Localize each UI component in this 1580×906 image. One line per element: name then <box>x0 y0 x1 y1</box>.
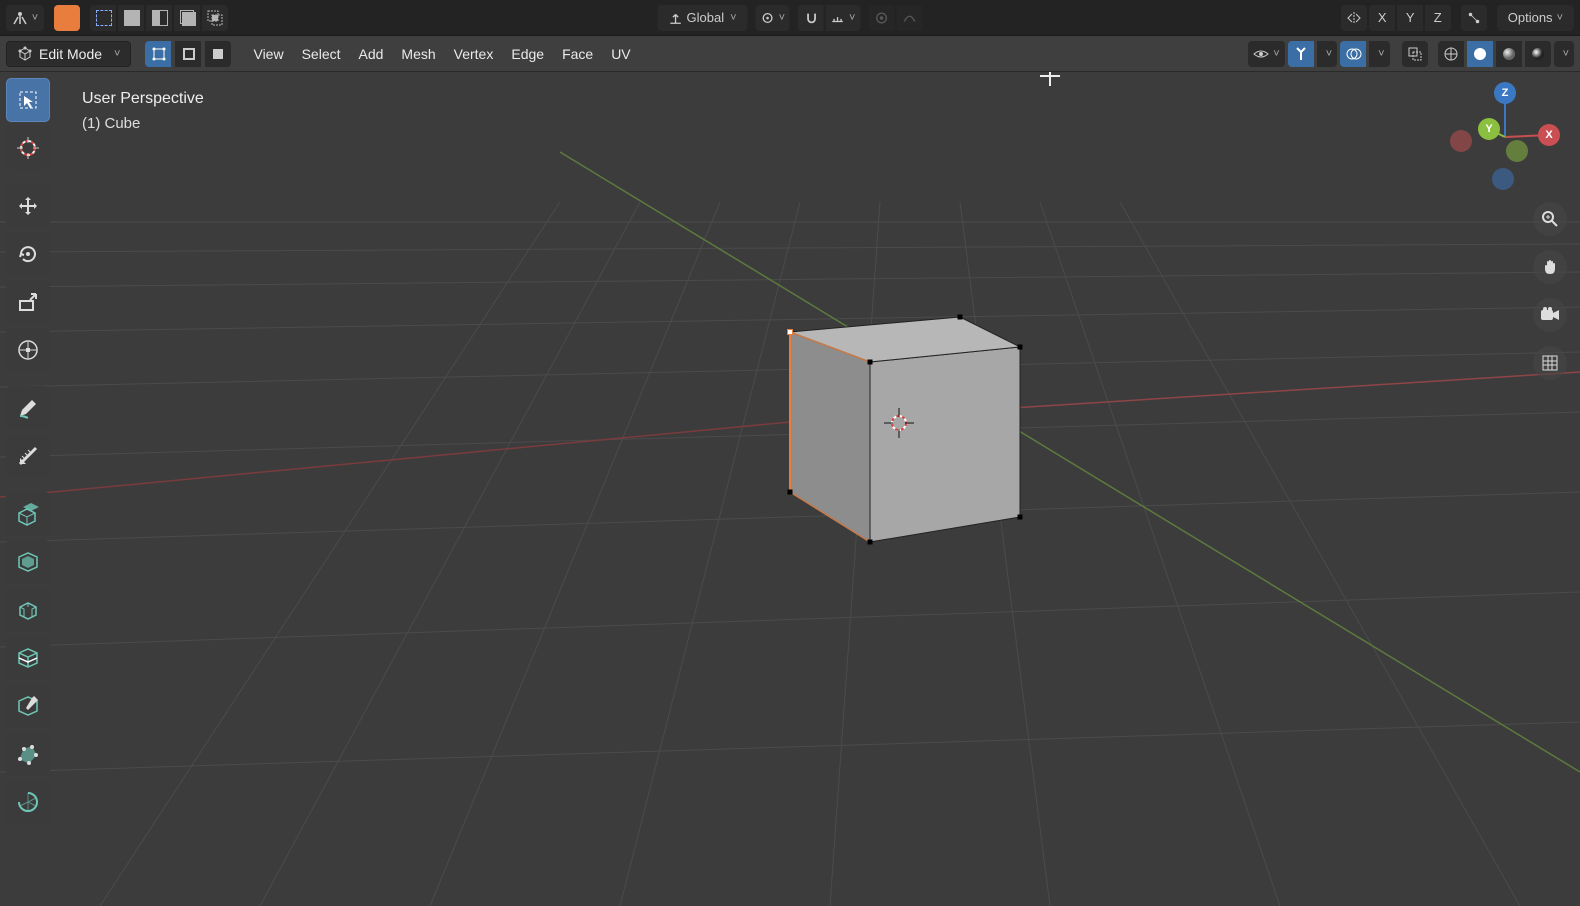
gizmo-axis-z[interactable]: Z <box>1494 82 1516 104</box>
vertex[interactable] <box>868 540 873 545</box>
menu-add[interactable]: Add <box>359 46 384 62</box>
viewport-overlay-text: User Perspective (1) Cube <box>82 86 204 136</box>
header-row-2: Edit Mode ˅ View Select Add Mesh Vertex … <box>0 36 1580 72</box>
shading-dropdown[interactable] <box>1554 41 1574 67</box>
mouse-crosshair-icon <box>1038 72 1062 91</box>
vertex[interactable] <box>1018 345 1023 350</box>
shading-rendered[interactable] <box>1525 41 1551 67</box>
menu-uv[interactable]: UV <box>611 46 630 62</box>
mode-dropdown[interactable]: Edit Mode ˅ <box>6 41 131 67</box>
tool-inset-faces[interactable] <box>6 540 50 584</box>
viewport-controls-right <box>1530 202 1570 380</box>
visibility-dropdown[interactable] <box>1248 41 1284 67</box>
menu-face[interactable]: Face <box>562 46 593 62</box>
pan-button[interactable] <box>1533 250 1567 284</box>
shading-material[interactable] <box>1496 41 1522 67</box>
gizmo-axis-neg-y[interactable] <box>1506 140 1528 162</box>
select-mode-new[interactable] <box>54 5 80 31</box>
camera-button[interactable] <box>1533 298 1567 332</box>
header-row-1: Global ˅ <box>0 0 1580 36</box>
menu-edge[interactable]: Edge <box>511 46 544 62</box>
snap-dropdown[interactable] <box>826 5 860 31</box>
shading-wireframe[interactable] <box>1438 41 1464 67</box>
select-mode-invert[interactable] <box>146 5 172 31</box>
tool-measure[interactable] <box>6 434 50 478</box>
toolbar-left <box>6 78 50 824</box>
edge-select-mode[interactable] <box>175 41 201 67</box>
gizmo-axis-neg-z[interactable] <box>1492 168 1514 190</box>
shading-solid[interactable] <box>1467 41 1493 67</box>
vertex-selected[interactable] <box>787 329 793 335</box>
tool-rotate[interactable] <box>6 232 50 276</box>
gizmo-axis-x[interactable]: X <box>1538 124 1560 146</box>
toggle-grid-button[interactable] <box>1533 346 1567 380</box>
xray-toggle[interactable] <box>1402 41 1428 67</box>
viewport-3d[interactable]: User Perspective (1) Cube <box>0 72 1580 906</box>
cursor-3d-icon <box>884 408 914 438</box>
tool-spin[interactable] <box>6 780 50 824</box>
menu-select[interactable]: Select <box>302 46 341 62</box>
select-mode-subtract[interactable] <box>118 5 144 31</box>
overlay-object: (1) Cube <box>82 112 204 136</box>
gizmo-dropdown[interactable] <box>1317 41 1337 67</box>
zoom-button[interactable] <box>1533 202 1567 236</box>
options-dropdown[interactable]: Options ˅ <box>1497 5 1574 31</box>
cube-mesh <box>790 317 1020 542</box>
transform-orientation-label: Global <box>687 10 725 25</box>
proportional-falloff-dropdown[interactable] <box>896 5 922 31</box>
select-mode-and[interactable] <box>202 5 228 31</box>
tool-bevel[interactable] <box>6 588 50 632</box>
transform-orientation-dropdown[interactable]: Global ˅ <box>658 5 748 31</box>
vertex[interactable] <box>868 360 873 365</box>
tool-annotate[interactable] <box>6 386 50 430</box>
mirror-x[interactable]: X <box>1369 5 1395 31</box>
show-gizmo-toggle[interactable] <box>1288 41 1314 67</box>
mesh-symmetry-icon[interactable] <box>1341 5 1367 31</box>
menu-vertex[interactable]: Vertex <box>454 46 494 62</box>
tool-loop-cut[interactable] <box>6 636 50 680</box>
tool-move[interactable] <box>6 184 50 228</box>
editor-menus: View Select Add Mesh Vertex Edge Face UV <box>253 46 630 62</box>
vertex[interactable] <box>1018 515 1023 520</box>
overlay-perspective: User Perspective <box>82 86 204 112</box>
mirror-y[interactable]: Y <box>1397 5 1423 31</box>
select-mode-intersect[interactable] <box>174 5 200 31</box>
tool-poly-build[interactable] <box>6 732 50 776</box>
show-overlays-toggle[interactable] <box>1340 41 1366 67</box>
automerge-toggle[interactable] <box>1461 5 1487 31</box>
vertex-select-mode[interactable] <box>145 41 171 67</box>
gizmo-axis-neg-x[interactable] <box>1450 130 1472 152</box>
menu-view[interactable]: View <box>253 46 283 62</box>
vertex[interactable] <box>958 315 963 320</box>
interaction-mode-dropdown[interactable] <box>6 5 44 31</box>
select-mode-extend[interactable] <box>90 5 116 31</box>
snap-toggle[interactable] <box>798 5 824 31</box>
tool-knife[interactable] <box>6 684 50 728</box>
mode-label: Edit Mode <box>39 46 102 62</box>
proportional-edit-toggle[interactable] <box>868 5 894 31</box>
tool-select-box[interactable] <box>6 78 50 122</box>
tool-scale[interactable] <box>6 280 50 324</box>
gizmo-axis-y[interactable]: Y <box>1478 118 1500 140</box>
tool-transform[interactable] <box>6 328 50 372</box>
nav-gizmo[interactable]: Z Y X <box>1450 82 1560 192</box>
tool-cursor[interactable] <box>6 126 50 170</box>
tool-extrude-region[interactable] <box>6 492 50 536</box>
vertex[interactable] <box>788 490 793 495</box>
mirror-z[interactable]: Z <box>1425 5 1451 31</box>
pivot-dropdown[interactable] <box>756 5 790 31</box>
menu-mesh[interactable]: Mesh <box>401 46 435 62</box>
face-select-mode[interactable] <box>205 41 231 67</box>
overlays-dropdown[interactable] <box>1369 41 1389 67</box>
